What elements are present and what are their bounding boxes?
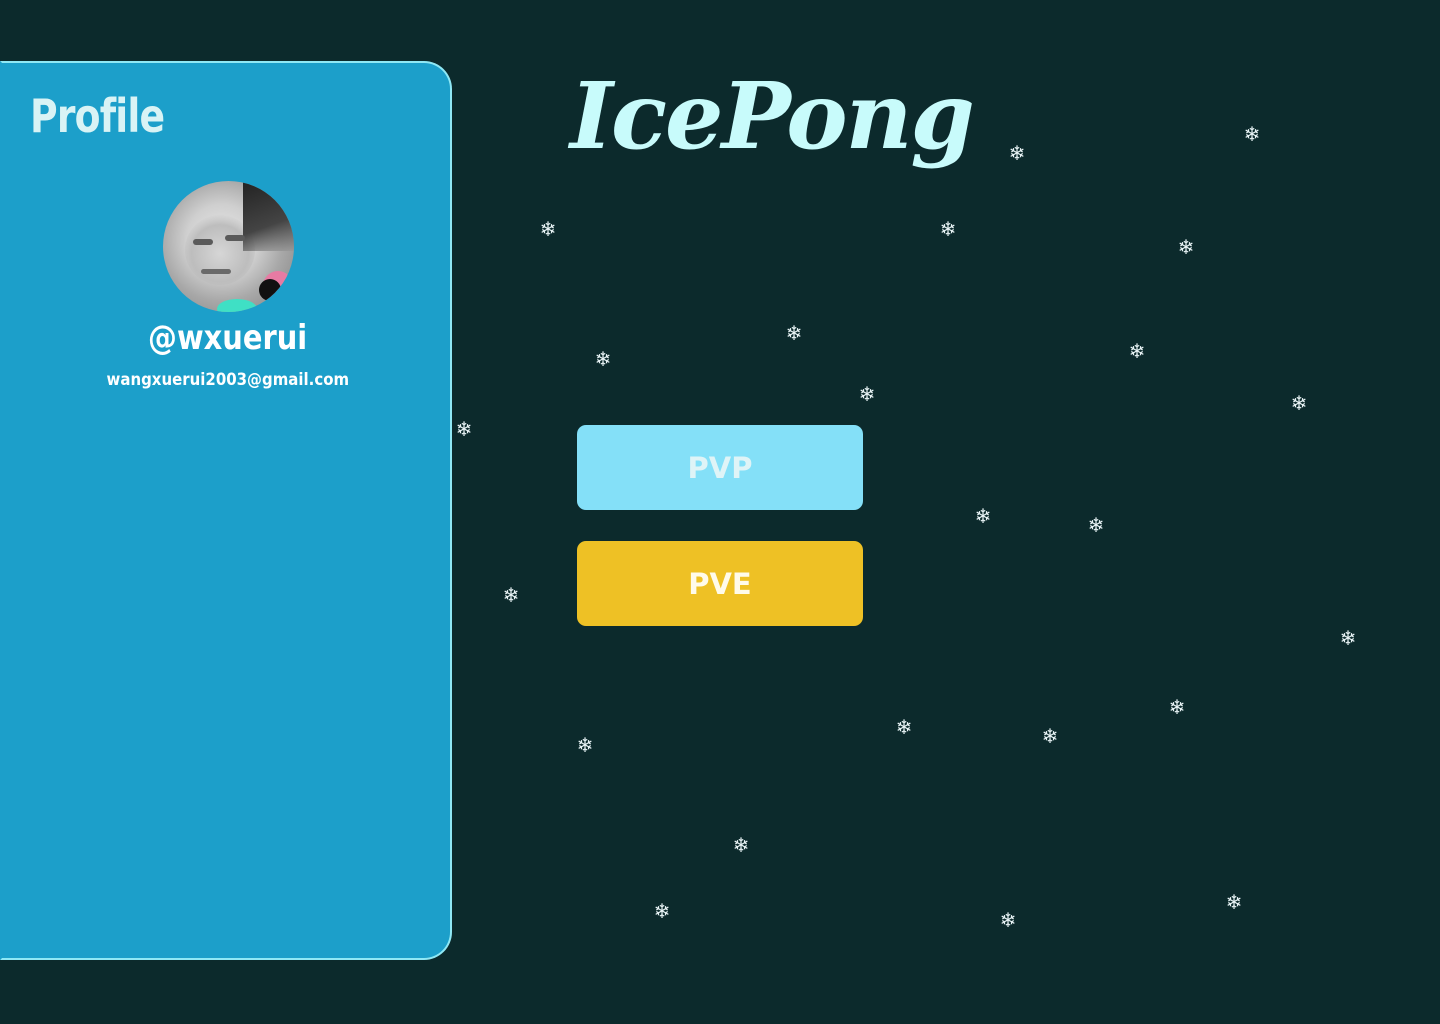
snowflake-icon: ❄ (999, 908, 1017, 932)
snowflake-icon: ❄ (653, 899, 671, 923)
snowflake-icon: ❄ (1225, 890, 1243, 914)
snowflake-icon: ❄ (1128, 339, 1146, 363)
main-screen: Profile @wxuerui wangxuerui2003@gmail.co… (0, 0, 1440, 1024)
snowflake-icon: ❄ (1008, 141, 1026, 165)
snowflake-icon: ❄ (455, 417, 473, 441)
pvp-button[interactable]: PVP (577, 425, 863, 510)
username: @wxuerui (2, 321, 454, 355)
snowflake-icon: ❄ (1243, 122, 1261, 146)
snowflake-icon: ❄ (1339, 626, 1357, 650)
snowflake-icon: ❄ (974, 504, 992, 528)
snowflake-icon: ❄ (576, 733, 594, 757)
snowflake-icon: ❄ (785, 321, 803, 345)
snowflake-icon: ❄ (502, 583, 520, 607)
snowflake-icon: ❄ (539, 217, 557, 241)
profile-heading: Profile (30, 89, 165, 143)
snowflake-icon: ❄ (1087, 513, 1105, 537)
user-email-text: wangxuerui2003@gmail.com (106, 370, 350, 390)
username-text: @wxuerui (148, 318, 308, 358)
snowflake-icon: ❄ (939, 217, 957, 241)
snowflake-icon: ❄ (1177, 235, 1195, 259)
avatar[interactable] (163, 181, 294, 312)
snowflake-icon: ❄ (1041, 724, 1059, 748)
user-email: wangxuerui2003@gmail.com (2, 372, 454, 389)
snowflake-icon: ❄ (895, 715, 913, 739)
snowflake-icon: ❄ (1290, 391, 1308, 415)
profile-panel: Profile @wxuerui wangxuerui2003@gmail.co… (0, 61, 452, 960)
pve-button[interactable]: PVE (577, 541, 863, 626)
snowflake-icon: ❄ (732, 833, 750, 857)
app-title: IcePong (570, 62, 975, 170)
snowflake-icon: ❄ (1168, 695, 1186, 719)
snowflake-icon: ❄ (858, 382, 876, 406)
snowflake-icon: ❄ (594, 347, 612, 371)
